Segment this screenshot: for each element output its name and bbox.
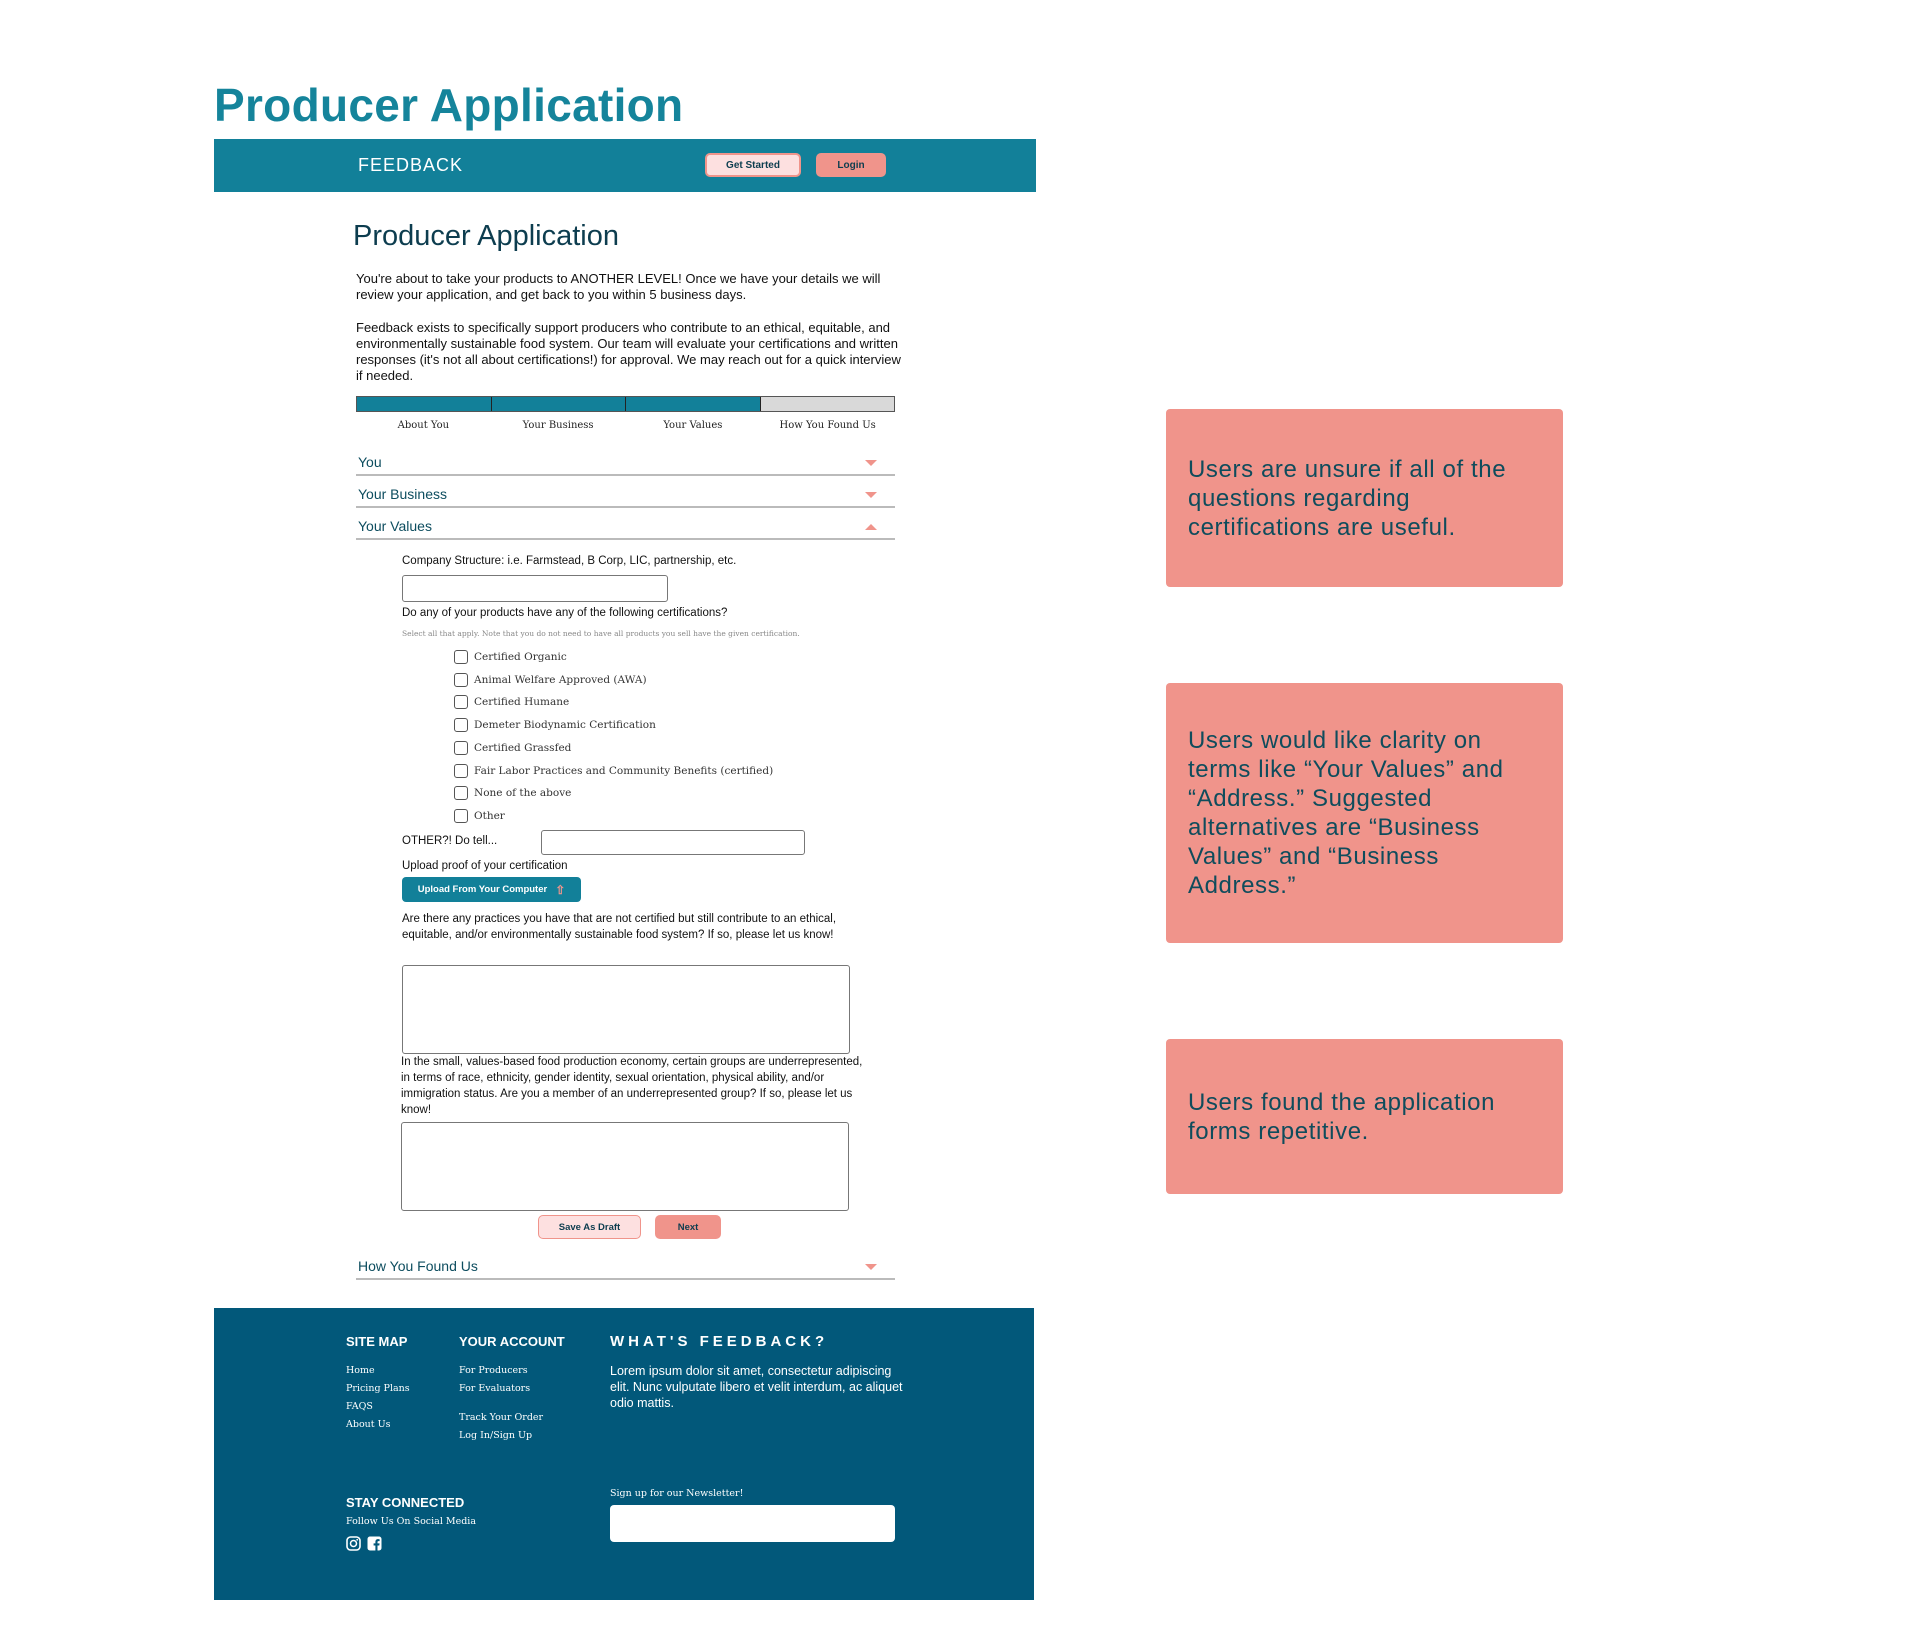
checkbox-certified-organic[interactable]: Certified Organic [454, 650, 567, 664]
progress-label: Your Values [663, 420, 723, 431]
whats-feedback-text: Lorem ipsum dolor sit amet, consectetur … [610, 1364, 903, 1410]
footer-link-producers[interactable]: For Producers [459, 1365, 528, 1376]
practices-textarea[interactable] [402, 965, 850, 1054]
other-label: OTHER?! Do tell... [402, 835, 498, 847]
top-nav-bar: FEEDBACK Get Started Login [214, 139, 1036, 192]
checkbox-icon[interactable] [454, 695, 468, 709]
company-structure-label: Company Structure: i.e. Farmstead, B Cor… [402, 555, 737, 567]
progress-label: How You Found Us [779, 420, 876, 431]
checkbox-icon[interactable] [454, 650, 468, 664]
footer: SITE MAP Home Pricing Plans FAQS About U… [214, 1308, 1034, 1600]
checkbox-label: Animal Welfare Approved (AWA) [474, 674, 647, 686]
checkbox-fair-labor[interactable]: Fair Labor Practices and Community Benef… [454, 764, 773, 778]
accordion-your-business[interactable]: Your Business [356, 484, 895, 508]
accordion-label: Your Business [358, 486, 447, 502]
checkbox-icon[interactable] [454, 809, 468, 823]
checkbox-label: Other [474, 810, 505, 822]
progress-bar [356, 396, 895, 412]
checkbox-certified-grassfed[interactable]: Certified Grassfed [454, 741, 571, 755]
footer-link-home[interactable]: Home [346, 1365, 375, 1376]
accordion-you[interactable]: You [356, 452, 895, 476]
save-draft-button[interactable]: Save As Draft [538, 1215, 641, 1239]
other-input[interactable] [541, 830, 805, 855]
progress-step-3 [626, 397, 761, 411]
checkbox-label: Certified Grassfed [474, 742, 572, 754]
social-subtitle: Follow Us On Social Media [346, 1516, 477, 1527]
checkbox-none[interactable]: None of the above [454, 786, 571, 800]
facebook-icon[interactable] [367, 1536, 382, 1551]
your-account-heading: YOUR ACCOUNT [459, 1334, 565, 1349]
footer-link-pricing[interactable]: Pricing Plans [346, 1383, 410, 1394]
footer-link-faqs[interactable]: FAQS [346, 1401, 373, 1412]
chevron-down-icon [865, 1264, 877, 1270]
checkbox-label: Certified Organic [474, 651, 567, 663]
progress-step-1 [357, 397, 492, 411]
stay-connected-heading: STAY CONNECTED [346, 1495, 465, 1510]
form-heading: Producer Application [353, 220, 619, 252]
mission-paragraph: Feedback exists to specifically support … [356, 320, 901, 383]
page-title: Producer Application [214, 79, 684, 131]
checkbox-icon[interactable] [454, 786, 468, 800]
progress-step-4 [760, 397, 894, 411]
login-button[interactable]: Login [816, 153, 886, 177]
site-map-heading: SITE MAP [346, 1334, 408, 1349]
chevron-down-icon [865, 460, 877, 466]
newsletter-label: Sign up for our Newsletter! [610, 1488, 744, 1499]
upload-icon: ⇧ [555, 882, 566, 897]
checkbox-icon[interactable] [454, 673, 468, 687]
newsletter-input[interactable] [610, 1505, 895, 1542]
accordion-your-values[interactable]: Your Values [356, 516, 895, 540]
get-started-button[interactable]: Get Started [705, 153, 801, 177]
note-text: Users would like clarity on terms like “… [1188, 727, 1504, 899]
accordion-label: Your Values [358, 518, 432, 534]
progress-labels: About You Your Business Your Values How … [356, 420, 895, 431]
certifications-note: Select all that apply. Note that you do … [402, 629, 800, 638]
chevron-up-icon [865, 524, 877, 530]
practices-question: Are there any practices you have that ar… [402, 913, 837, 941]
checkbox-label: Demeter Biodynamic Certification [474, 719, 656, 731]
progress-step-2 [491, 397, 626, 411]
company-structure-input[interactable] [402, 575, 668, 602]
checkbox-icon[interactable] [454, 741, 468, 755]
checkbox-other[interactable]: Other [454, 809, 505, 823]
whats-feedback-heading: WHAT'S FEEDBACK? [610, 1333, 829, 1350]
upload-label: Upload proof of your certification [402, 860, 568, 872]
accordion-label: You [358, 454, 382, 470]
note-text: Users are unsure if all of the questions… [1188, 455, 1507, 541]
brand-logo[interactable]: FEEDBACK [358, 155, 463, 176]
footer-link-login[interactable]: Log In/Sign Up [459, 1430, 532, 1441]
feedback-note-repetitive: Users found the application forms repeti… [1166, 1039, 1563, 1194]
upload-button-label: Upload From Your Computer [417, 884, 548, 895]
progress-label: About You [397, 420, 450, 431]
checkbox-label: None of the above [474, 787, 572, 799]
checkbox-label: Fair Labor Practices and Community Benef… [474, 765, 774, 777]
intro-paragraph: You're about to take your products to AN… [356, 271, 881, 302]
feedback-note-terms: Users would like clarity on terms like “… [1166, 683, 1563, 943]
underrepresented-question: In the small, values-based food producti… [401, 1056, 863, 1116]
upload-button[interactable]: Upload From Your Computer ⇧ [402, 877, 581, 902]
chevron-down-icon [865, 492, 877, 498]
checkbox-icon[interactable] [454, 764, 468, 778]
footer-link-evaluators[interactable]: For Evaluators [459, 1383, 530, 1394]
certifications-question: Do any of your products have any of the … [402, 607, 728, 619]
checkbox-label: Certified Humane [474, 696, 570, 708]
footer-link-about[interactable]: About Us [346, 1419, 391, 1430]
note-text: Users found the application forms repeti… [1188, 1088, 1496, 1145]
checkbox-awa[interactable]: Animal Welfare Approved (AWA) [454, 673, 647, 687]
accordion-label: How You Found Us [358, 1258, 478, 1274]
instagram-icon[interactable] [346, 1536, 361, 1551]
checkbox-icon[interactable] [454, 718, 468, 732]
checkbox-certified-humane[interactable]: Certified Humane [454, 695, 569, 709]
checkbox-demeter[interactable]: Demeter Biodynamic Certification [454, 718, 656, 732]
accordion-how-you-found-us[interactable]: How You Found Us [356, 1256, 895, 1280]
footer-link-track-order[interactable]: Track Your Order [459, 1412, 543, 1423]
progress-label: Your Business [522, 420, 594, 431]
feedback-note-certifications: Users are unsure if all of the questions… [1166, 409, 1563, 587]
next-button[interactable]: Next [655, 1215, 721, 1239]
underrepresented-textarea[interactable] [401, 1122, 849, 1211]
